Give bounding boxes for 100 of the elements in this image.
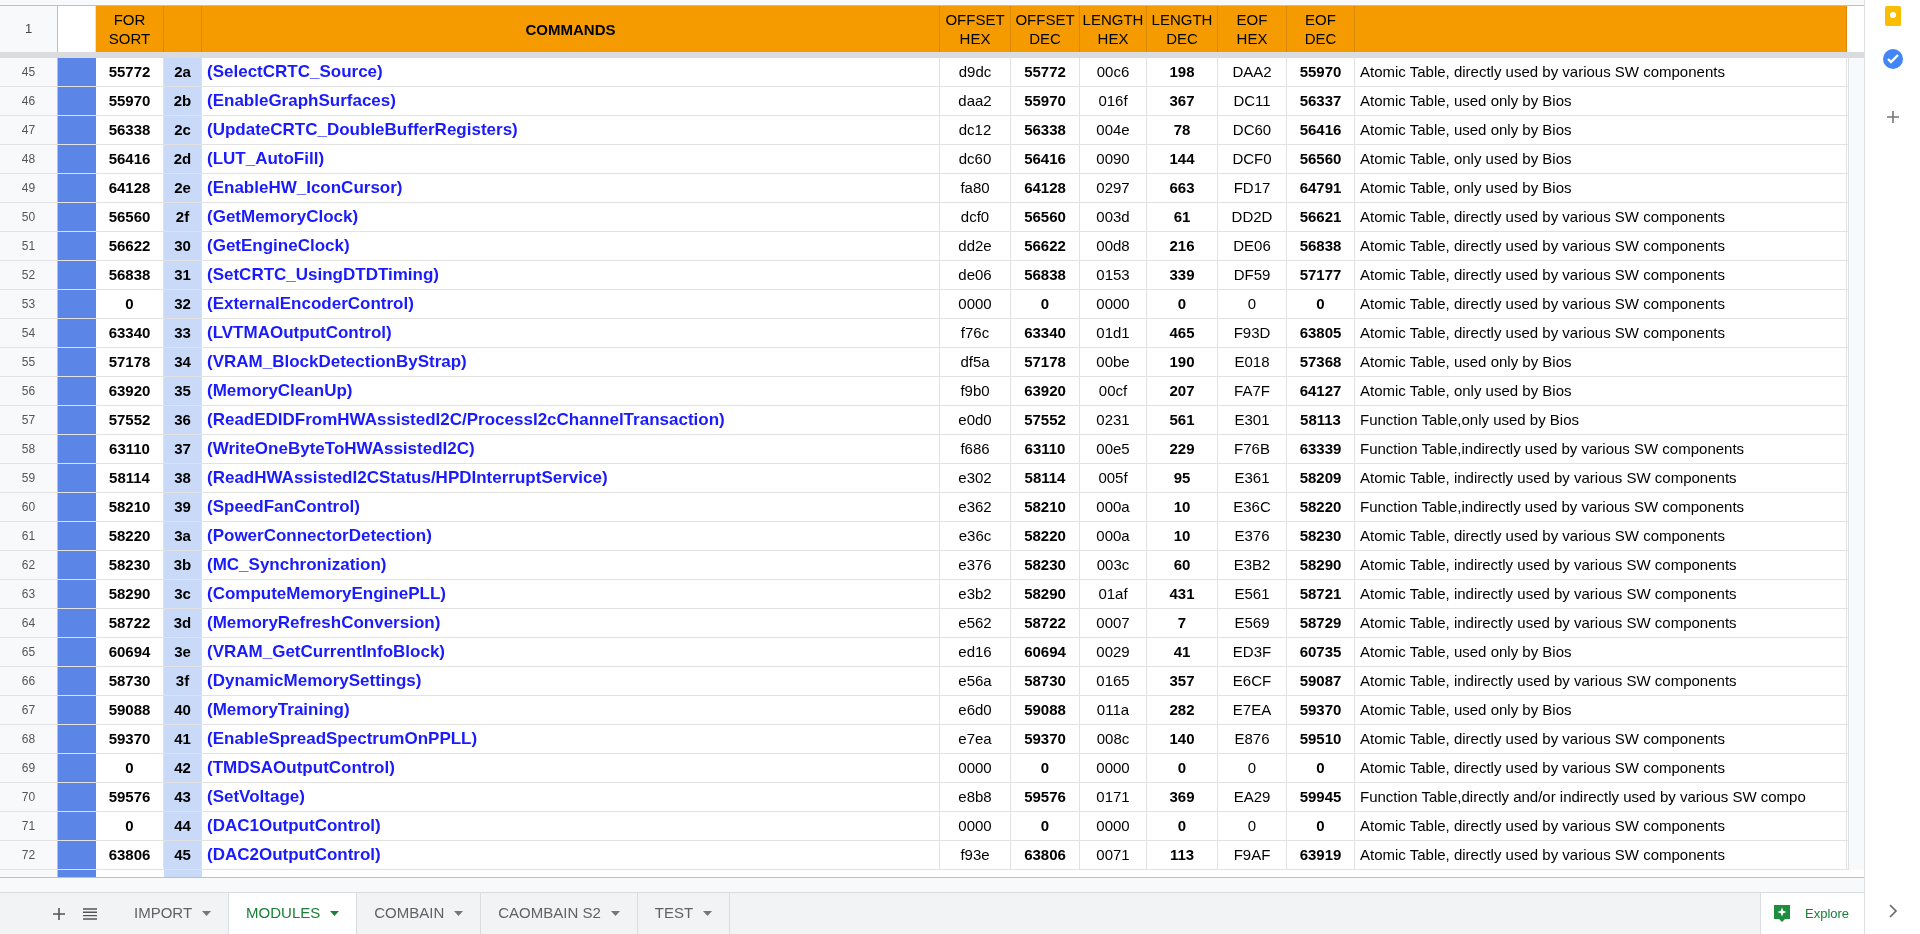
table-cell: f686 — [940, 435, 1011, 463]
table-cell: E876 — [1218, 725, 1287, 753]
table-cell: 58114 — [1011, 464, 1080, 492]
row-number: 70 — [0, 783, 58, 811]
column-header: EOF DEC — [1287, 6, 1355, 52]
table-cell: 34 — [164, 348, 202, 376]
sheet-tab[interactable]: MODULES — [229, 893, 358, 934]
table-cell: 011a — [1080, 696, 1147, 724]
command-cell: (TMDSAOutputControl) — [202, 754, 940, 782]
table-cell — [58, 464, 96, 492]
chevron-right-icon[interactable] — [1887, 904, 1898, 918]
table-cell: 0000 — [1080, 812, 1147, 840]
horizontal-scrollbar[interactable] — [0, 878, 1864, 893]
command-cell: (PowerConnectorDetection) — [202, 522, 940, 550]
menu-icon[interactable] — [83, 907, 97, 920]
description-cell: Atomic Table, directly used by various SW components — [1355, 754, 1847, 782]
table-cell: f76c — [940, 319, 1011, 347]
sparkle-icon — [1773, 903, 1791, 924]
row-number: 72 — [0, 841, 58, 869]
row-number: 60 — [0, 493, 58, 521]
table-cell: 10 — [1147, 493, 1218, 521]
add-sheet-icon[interactable] — [53, 907, 65, 920]
table-cell: dcf0 — [940, 203, 1011, 231]
explore-button[interactable]: Explore — [1760, 893, 1864, 934]
note-icon[interactable] — [1882, 6, 1903, 26]
vertical-scrollbar[interactable] — [1848, 58, 1864, 870]
table-cell: e6d0 — [940, 696, 1011, 724]
table-cell: 59576 — [1011, 783, 1080, 811]
table-cell: 0000 — [940, 290, 1011, 318]
row-number: 55 — [0, 348, 58, 376]
table-cell: 2a — [164, 58, 202, 86]
plus-icon[interactable] — [1885, 110, 1900, 124]
command-cell: (UpdateCRTC_DoubleBufferRegisters) — [202, 116, 940, 144]
table-cell: DCF0 — [1218, 145, 1287, 173]
table-cell: 56416 — [1011, 145, 1080, 173]
row-number: 58 — [0, 435, 58, 463]
command-cell: (SelectCRTC_Source) — [202, 58, 940, 86]
table-cell: DC11 — [1218, 87, 1287, 115]
table-cell: 41 — [164, 725, 202, 753]
table-cell: 0 — [1287, 754, 1355, 782]
row-number: 71 — [0, 812, 58, 840]
table-cell: 561 — [1147, 406, 1218, 434]
table-cell: 431 — [1147, 580, 1218, 608]
description-cell: Atomic Table, indirectly used by various SW components — [1355, 667, 1847, 695]
table-cell: dc60 — [940, 145, 1011, 173]
table-cell: 43 — [164, 783, 202, 811]
row-number: 1 — [0, 6, 58, 52]
table-cell — [58, 203, 96, 231]
table-cell: 01af — [1080, 580, 1147, 608]
table-cell: dd2e — [940, 232, 1011, 260]
table-cell: DC60 — [1218, 116, 1287, 144]
table-cell: 000a — [1080, 522, 1147, 550]
command-cell: (VRAM_BlockDetectionByStrap) — [202, 348, 940, 376]
table-cell: 005f — [1080, 464, 1147, 492]
table-cell: df5a — [940, 348, 1011, 376]
table-cell: E018 — [1218, 348, 1287, 376]
table-cell — [58, 725, 96, 753]
row-number: 48 — [0, 145, 58, 173]
table-cell: 3c — [164, 580, 202, 608]
table-cell: 207 — [1147, 377, 1218, 405]
table-cell — [58, 783, 96, 811]
table-cell: 63340 — [1011, 319, 1080, 347]
table-cell: 016f — [1080, 87, 1147, 115]
description-cell: Atomic Table, directly used by various SW components — [1355, 232, 1847, 260]
description-cell: Atomic Table, indirectly used by various SW components — [1355, 609, 1847, 637]
caret-icon — [610, 911, 620, 916]
table-cell: 00cf — [1080, 377, 1147, 405]
table-cell: 57368 — [1287, 348, 1355, 376]
table-cell: 58209 — [1287, 464, 1355, 492]
table-cell — [58, 609, 96, 637]
table-cell: 39 — [164, 493, 202, 521]
command-cell: (GetEngineClock) — [202, 232, 940, 260]
column-header: OFFSET DEC — [1011, 6, 1080, 52]
command-cell: (EnableGraphSurfaces) — [202, 87, 940, 115]
row-number: 63 — [0, 580, 58, 608]
table-cell — [58, 754, 96, 782]
row-number: 46 — [0, 87, 58, 115]
table-cell — [58, 58, 96, 86]
description-cell: Atomic Table, directly used by various SW components — [1355, 58, 1847, 86]
table-cell — [58, 522, 96, 550]
column-header: LENGTH HEX — [1080, 6, 1147, 52]
table-cell: 33 — [164, 319, 202, 347]
command-cell: (MC_Synchronization) — [202, 551, 940, 579]
table-cell: 58230 — [1011, 551, 1080, 579]
check-circle-icon[interactable] — [1881, 48, 1904, 70]
description-cell: Atomic Table, used only by Bios — [1355, 348, 1847, 376]
table-cell: e8b8 — [940, 783, 1011, 811]
table-cell: 3a — [164, 522, 202, 550]
caret-icon — [703, 911, 713, 916]
table-cell — [58, 696, 96, 724]
table-cell: DE06 — [1218, 232, 1287, 260]
command-cell: (MemoryRefreshConversion) — [202, 609, 940, 637]
table-cell: 0029 — [1080, 638, 1147, 666]
table-cell: 0 — [1011, 754, 1080, 782]
table-cell: 282 — [1147, 696, 1218, 724]
table-cell: E7EA — [1218, 696, 1287, 724]
row-number: 67 — [0, 696, 58, 724]
table-cell: E3B2 — [1218, 551, 1287, 579]
table-cell: 0297 — [1080, 174, 1147, 202]
table-cell: e0d0 — [940, 406, 1011, 434]
